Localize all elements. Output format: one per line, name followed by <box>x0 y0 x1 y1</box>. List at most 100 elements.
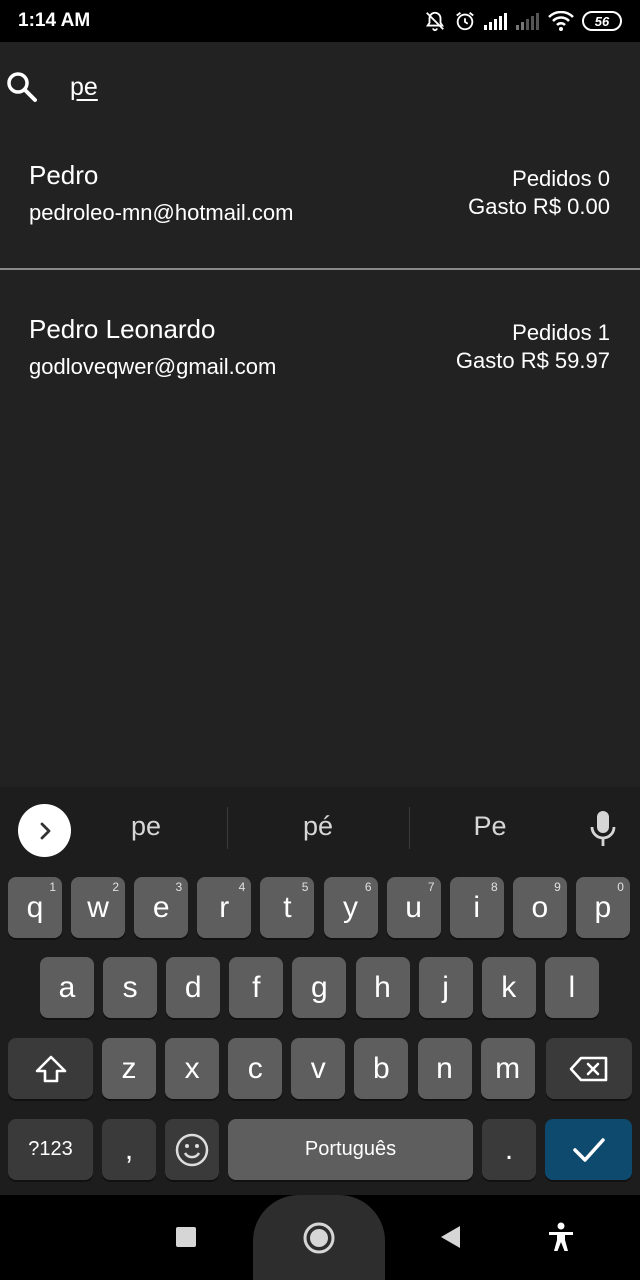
key-x[interactable]: x <box>165 1038 220 1099</box>
suggestion-bar: pe pé Pe <box>0 787 640 871</box>
emoji-icon <box>175 1133 209 1166</box>
symbols-key[interactable]: ?123 <box>8 1119 93 1180</box>
key-r[interactable]: r4 <box>197 877 252 938</box>
key-s-label: s <box>122 970 138 1004</box>
key-z-label: z <box>121 1051 137 1085</box>
key-f[interactable]: f <box>229 957 284 1018</box>
key-hint: 0 <box>617 880 624 894</box>
backspace-key[interactable] <box>546 1038 632 1099</box>
key-p-label: p <box>594 890 612 924</box>
period-key[interactable]: . <box>482 1119 536 1180</box>
key-y-label: y <box>343 890 358 924</box>
home-circle-icon <box>303 1222 335 1254</box>
key-l-label: l <box>568 970 576 1004</box>
customer-orders: Pedidos 0 <box>512 166 610 191</box>
key-n[interactable]: n <box>417 1038 472 1099</box>
wifi-icon <box>548 11 574 31</box>
key-v-label: v <box>310 1051 326 1085</box>
home-button[interactable] <box>300 1219 338 1257</box>
navigation-bar <box>0 1195 640 1280</box>
signal-weak-icon <box>516 13 539 30</box>
space-key[interactable]: Português <box>228 1119 473 1180</box>
key-p[interactable]: p0 <box>575 877 630 938</box>
accessibility-button[interactable] <box>544 1219 578 1255</box>
key-y[interactable]: y6 <box>323 877 378 938</box>
key-e-label: e <box>152 890 170 924</box>
key-i-label: i <box>473 890 481 924</box>
key-q-label: q <box>26 890 44 924</box>
key-s[interactable]: s <box>103 957 158 1018</box>
key-g-label: g <box>311 970 328 1004</box>
customer-name: Pedro Leonardo <box>29 314 216 344</box>
key-o[interactable]: o9 <box>512 877 567 938</box>
suggestion-expand-button[interactable] <box>18 804 71 857</box>
key-v[interactable]: v <box>291 1038 346 1099</box>
key-k-label: k <box>501 970 517 1004</box>
key-u[interactable]: u7 <box>386 877 441 938</box>
key-t[interactable]: t5 <box>260 877 315 938</box>
customer-orders: Pedidos 1 <box>512 320 610 345</box>
key-hint: 9 <box>554 880 561 894</box>
key-r-label: r <box>219 890 230 924</box>
customer-name: Pedro <box>29 160 99 190</box>
shift-key[interactable] <box>8 1038 93 1099</box>
key-a-label: a <box>58 970 76 1004</box>
battery-icon: 56 <box>582 11 622 31</box>
key-w-label: w <box>87 890 109 924</box>
recents-button[interactable] <box>170 1221 202 1253</box>
status-time: 1:14 AM <box>18 10 91 31</box>
customer-spent: Gasto R$ 59.97 <box>455 348 610 373</box>
comma-key[interactable]: , <box>102 1119 156 1180</box>
key-b-label: b <box>373 1051 390 1085</box>
suggestion-item[interactable]: pé <box>258 811 378 842</box>
key-j-label: j <box>442 970 449 1004</box>
search-input[interactable] <box>70 70 610 104</box>
key-q[interactable]: q1 <box>8 877 62 938</box>
key-w[interactable]: w2 <box>71 877 126 938</box>
search-icon[interactable] <box>4 69 40 105</box>
key-h[interactable]: h <box>355 957 410 1018</box>
key-hint: 2 <box>112 880 120 894</box>
key-b[interactable]: b <box>354 1038 409 1099</box>
space-key-label: Português <box>304 1138 397 1160</box>
suggestion-item[interactable]: pe <box>86 811 206 842</box>
microphone-icon[interactable] <box>588 809 618 849</box>
customer-spent: Gasto R$ 0.00 <box>468 194 610 219</box>
customer-row[interactable]: Pedro pedroleo-mn@hotmail.com Pedidos 0 … <box>0 132 640 270</box>
key-g[interactable]: g <box>292 957 347 1018</box>
keyboard: pe pé Pe q1w2e3r4t5y6u7i8o9p0 asdfghjkl … <box>0 787 640 1195</box>
key-d[interactable]: d <box>166 957 221 1018</box>
chevron-right-icon <box>40 822 50 839</box>
key-z[interactable]: z <box>102 1038 156 1099</box>
key-j[interactable]: j <box>418 957 473 1018</box>
back-triangle-icon <box>441 1226 460 1248</box>
comma-key-label: , <box>124 1132 134 1166</box>
key-e[interactable]: e3 <box>134 877 189 938</box>
key-k[interactable]: k <box>481 957 536 1018</box>
key-hint: 8 <box>491 880 498 894</box>
key-c-label: c <box>247 1051 263 1085</box>
key-o-label: o <box>531 890 549 924</box>
shift-icon <box>35 1055 66 1082</box>
customer-email: pedroleo-mn@hotmail.com <box>29 200 294 225</box>
key-m[interactable]: m <box>480 1038 535 1099</box>
key-h-label: h <box>374 970 391 1004</box>
key-t-label: t <box>283 890 292 924</box>
key-n-label: n <box>436 1051 453 1085</box>
key-i[interactable]: i8 <box>449 877 504 938</box>
suggestion-item[interactable]: Pe <box>430 811 550 842</box>
customer-email: godloveqwer@gmail.com <box>29 354 277 379</box>
emoji-key[interactable] <box>165 1119 219 1180</box>
key-hint: 6 <box>364 880 372 894</box>
customer-row[interactable]: Pedro Leonardo godloveqwer@gmail.com Ped… <box>0 270 640 426</box>
signal-icon <box>484 13 507 30</box>
back-button[interactable] <box>434 1221 466 1253</box>
suggestion-divider <box>409 807 410 849</box>
accessibility-icon <box>549 1222 573 1251</box>
key-c[interactable]: c <box>228 1038 283 1099</box>
symbols-key-label: ?123 <box>28 1138 73 1160</box>
key-x-label: x <box>184 1051 200 1085</box>
key-a[interactable]: a <box>40 957 94 1018</box>
enter-key[interactable] <box>545 1119 632 1180</box>
key-l[interactable]: l <box>544 957 599 1018</box>
